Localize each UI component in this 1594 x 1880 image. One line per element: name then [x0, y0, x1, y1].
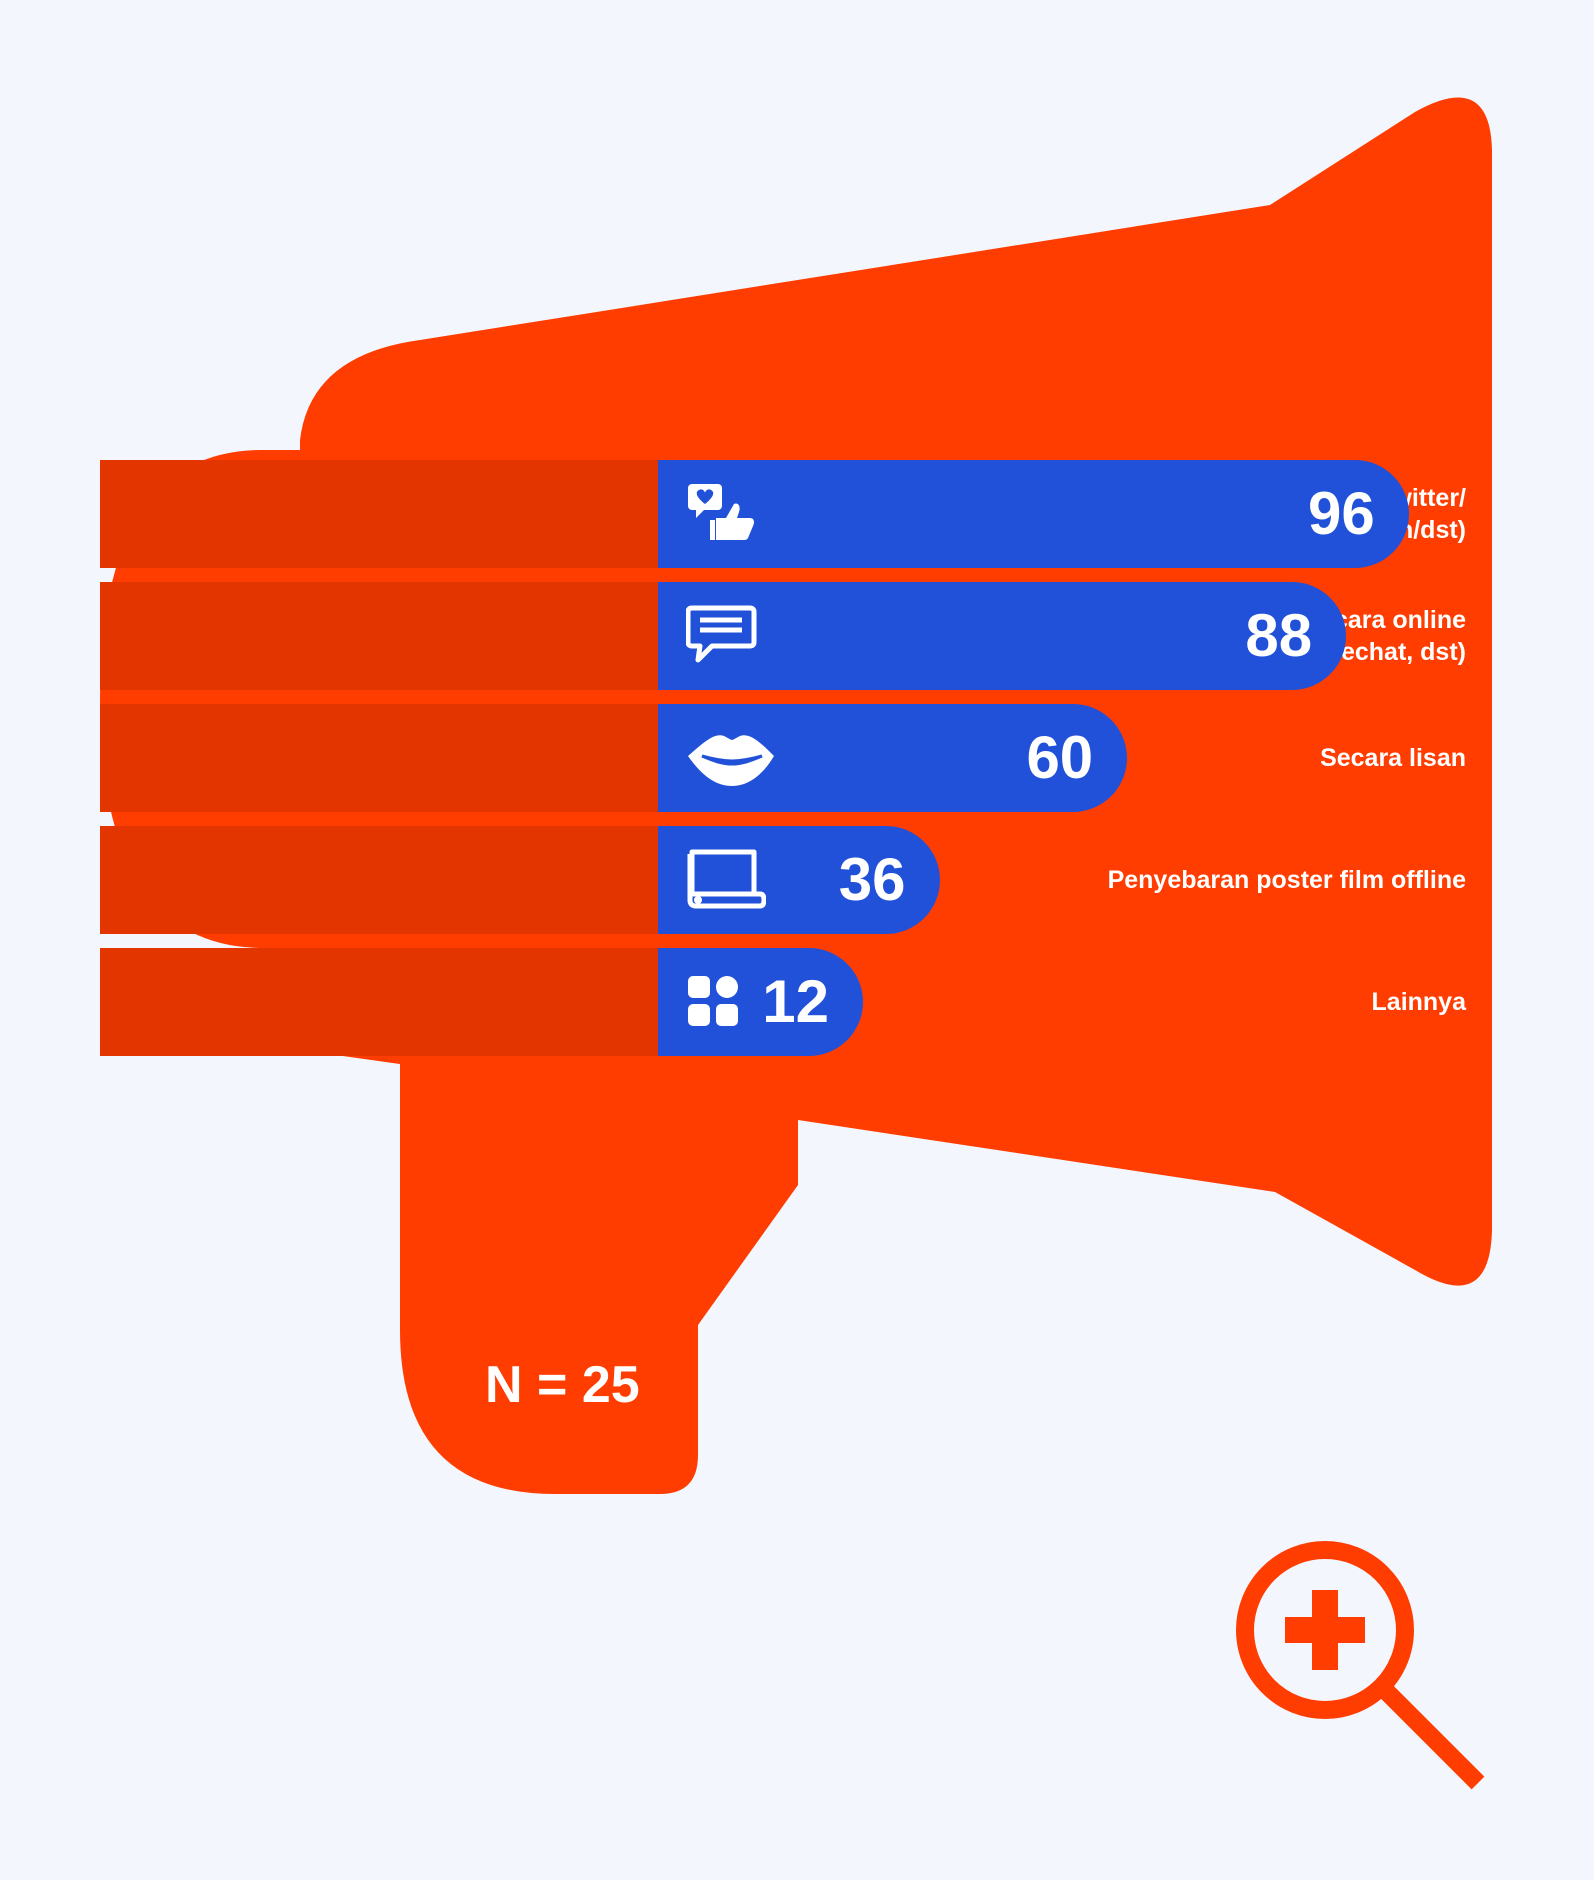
megaphone-handle — [400, 1000, 798, 1494]
category-band — [100, 948, 658, 1056]
chat-bubble-icon — [685, 604, 758, 668]
lips-icon — [686, 726, 774, 790]
bar: 60 — [658, 704, 1128, 812]
bar-value-label: 36 — [838, 846, 906, 913]
category-band — [100, 460, 658, 568]
bar-row: Secara lisan 60 — [100, 704, 1500, 812]
bar-row: Lainnya 12 — [100, 948, 1500, 1056]
category-label: Penyebaran poster film offline — [1107, 866, 1466, 894]
bar: 88 — [658, 582, 1347, 690]
bar-row: Media sosial (Twitter/ Facebook/Path/dst… — [100, 460, 1500, 568]
bar: 36 — [658, 826, 940, 934]
bar-row: Penyebaran poster film offline 36 — [100, 826, 1500, 934]
social-like-icon — [686, 482, 758, 546]
poster-scroll-icon — [686, 848, 767, 912]
bar-value-label: 12 — [762, 968, 829, 1035]
bar-value-label: 60 — [1026, 724, 1094, 791]
category-label: Lainnya — [1371, 988, 1466, 1016]
bar-value-label: 88 — [1245, 602, 1313, 669]
sample-size-label: N = 25 — [485, 1356, 640, 1414]
bar-row: SMS/chat/group chat secara online (whats… — [100, 582, 1500, 690]
category-band — [100, 582, 658, 690]
zoom-in-icon[interactable] — [1230, 1535, 1500, 1805]
infographic: Media sosial (Twitter/ Facebook/Path/dst… — [0, 0, 1594, 1880]
bar: 96 — [658, 460, 1409, 568]
category-band — [100, 826, 658, 934]
category-band — [100, 704, 658, 812]
bar-value-label: 96 — [1307, 480, 1375, 547]
apps-grid-icon — [686, 970, 758, 1034]
bar: 12 — [658, 948, 863, 1056]
